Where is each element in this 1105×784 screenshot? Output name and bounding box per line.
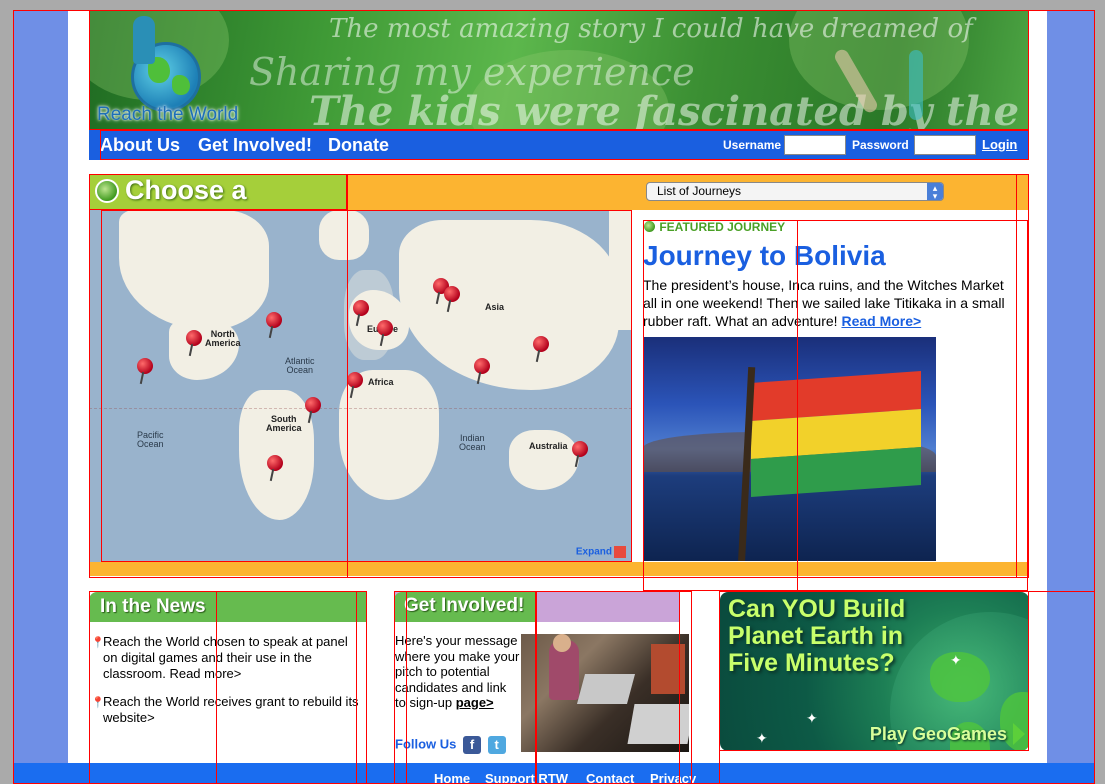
featured-title[interactable]: Journey to Bolivia xyxy=(643,240,886,272)
nav-about-us[interactable]: About Us xyxy=(100,135,180,156)
left-margin xyxy=(13,10,68,784)
map-expand-label: Expand xyxy=(575,546,612,558)
footer-support[interactable]: Support RTW xyxy=(485,771,568,784)
logo-figure-icon xyxy=(133,16,155,64)
featured-description: The president’s house, Inca ruins, and t… xyxy=(643,276,1018,330)
follow-us-label: Follow Us xyxy=(395,736,457,752)
map-label-atlantic: Atlantic Ocean xyxy=(285,356,315,375)
map-pin[interactable] xyxy=(572,441,588,468)
header-banner: The most amazing story I could have drea… xyxy=(89,10,1029,130)
nav-get-involved[interactable]: Get Involved! xyxy=(198,135,312,156)
play-geogames-label: Play GeoGames xyxy=(869,724,1007,744)
banner-script-1: The most amazing story I could have drea… xyxy=(329,14,973,44)
login-link[interactable]: Login xyxy=(982,137,1017,152)
select-arrows-icon: ▴ ▾ xyxy=(927,183,943,201)
follow-us: Follow Us f t xyxy=(395,736,506,754)
map-pin[interactable] xyxy=(377,320,393,347)
get-involved-page-link[interactable]: page> xyxy=(456,695,494,710)
get-involved-text: Here's your message where you make your … xyxy=(395,633,520,711)
journey-title-box: Choose a Journey xyxy=(89,174,346,236)
news-title: In the News xyxy=(100,596,206,617)
footer-privacy[interactable]: Privacy xyxy=(650,771,696,784)
map-pin[interactable] xyxy=(137,358,153,385)
map-label-pacific: Pacific Ocean xyxy=(137,430,164,449)
map-label-australia: Australia xyxy=(529,441,568,451)
play-arrow-icon xyxy=(1013,723,1025,745)
password-label: Password xyxy=(852,138,909,152)
username-input[interactable] xyxy=(784,135,846,155)
journey-map[interactable]: NorthAmerica SouthAmerica Europe Asia Af… xyxy=(89,210,632,562)
journey-select[interactable]: List of Journeys ▴ ▾ xyxy=(646,182,944,201)
username-label: Username xyxy=(723,138,782,152)
map-label-indian: Indian Ocean xyxy=(459,433,486,452)
get-involved-title: Get Involved! xyxy=(404,595,525,616)
map-pin[interactable] xyxy=(305,397,321,424)
map-pin[interactable] xyxy=(347,372,363,399)
journey-band-bottom xyxy=(89,562,1029,576)
footer-contact[interactable]: Contact xyxy=(586,771,634,784)
get-involved-header: Get Involved! xyxy=(394,592,680,622)
map-pin[interactable] xyxy=(353,300,369,327)
logo-text: Reach the World xyxy=(97,104,239,125)
star-icon: ✦ xyxy=(806,710,818,726)
star-icon: ✦ xyxy=(950,652,962,668)
featured-read-more-link[interactable]: Read More> xyxy=(841,313,921,329)
right-margin xyxy=(1047,10,1095,784)
pin-bullet-icon: 📍 xyxy=(91,637,105,649)
journey-band: Choose a Journey List of Journeys ▴▾ xyxy=(89,174,1029,236)
news-item[interactable]: 📍 Reach the World chosen to speak at pan… xyxy=(91,634,361,682)
bolivia-flag-photo[interactable] xyxy=(643,337,936,561)
footer-home[interactable]: Home xyxy=(434,771,470,784)
map-pin[interactable] xyxy=(186,330,202,357)
news-item[interactable]: 📍 Reach the World receives grant to rebu… xyxy=(91,694,361,726)
main-nav: About Us Get Involved! Donate Username P… xyxy=(89,130,1029,160)
featured-journey: FEATURED JOURNEY Journey to Bolivia The … xyxy=(643,220,1018,561)
geogames-title: Can YOU Build Planet Earth in Five Minut… xyxy=(728,595,906,677)
featured-globe-icon xyxy=(643,220,656,233)
map-pin[interactable] xyxy=(267,455,283,482)
news-item-text: Reach the World chosen to speak at panel… xyxy=(103,634,348,681)
get-involved-photo xyxy=(521,634,689,752)
facebook-icon[interactable]: f xyxy=(463,736,482,754)
map-pin[interactable] xyxy=(533,336,549,363)
globe-icon xyxy=(95,179,119,203)
password-input[interactable] xyxy=(914,135,976,155)
map-label-africa: Africa xyxy=(368,377,394,387)
map-pin[interactable] xyxy=(474,358,490,385)
map-pin[interactable] xyxy=(444,286,460,313)
star-icon: ✦ xyxy=(756,730,768,746)
map-label-south-america: South America xyxy=(266,414,302,433)
expand-icon xyxy=(614,546,626,558)
journey-select-value: List of Journeys xyxy=(657,184,742,198)
get-involved-title-box: Get Involved! xyxy=(394,592,536,622)
map-expand-button[interactable]: Expand xyxy=(576,546,626,558)
pin-bullet-icon: 📍 xyxy=(91,697,105,709)
footer: Home Support RTW Contact Privacy xyxy=(13,763,1095,784)
featured-tag: FEATURED JOURNEY xyxy=(643,220,785,234)
twitter-icon[interactable]: t xyxy=(487,736,506,754)
page: The most amazing story I could have drea… xyxy=(68,10,1047,784)
geogames-promo[interactable]: ✦ ✦ ✦ Can YOU Build Planet Earth in Five… xyxy=(720,592,1029,751)
map-pin[interactable] xyxy=(266,312,282,339)
featured-description-text: The president’s house, Inca ruins, and t… xyxy=(643,277,1005,329)
news-header: In the News xyxy=(89,592,366,622)
news-item-text: Reach the World receives grant to rebuil… xyxy=(103,694,359,725)
map-label-north-america: North America xyxy=(205,329,241,348)
nav-donate[interactable]: Donate xyxy=(328,135,389,156)
featured-tag-label: FEATURED JOURNEY xyxy=(659,220,786,234)
map-label-asia: Asia xyxy=(485,302,505,312)
